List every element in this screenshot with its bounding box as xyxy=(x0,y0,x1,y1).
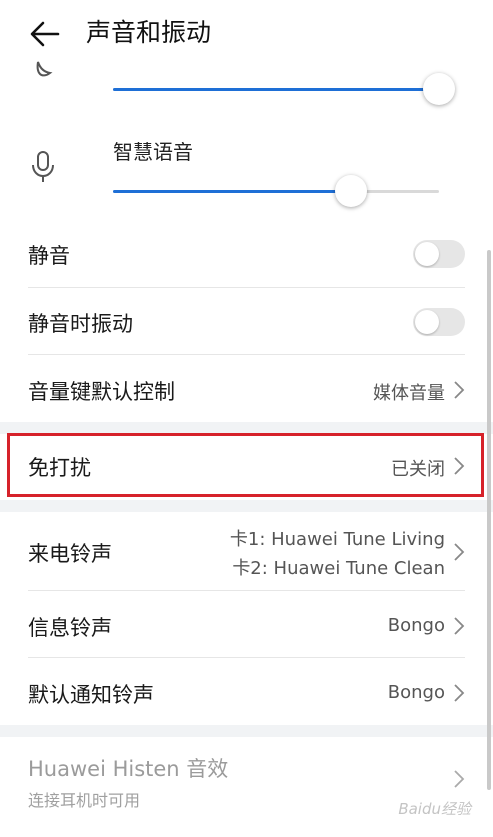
microphone-icon xyxy=(32,151,54,182)
ringtone-volume-track[interactable] xyxy=(113,73,455,105)
message-tone-value: Bongo xyxy=(387,615,445,636)
chevron-right-icon xyxy=(454,770,465,788)
app-header: 声音和振动 xyxy=(0,0,493,66)
smart-voice-slider-row: 智慧语音 xyxy=(0,128,493,222)
notification-tone-label: 默认通知铃声 xyxy=(28,683,154,707)
smart-voice-label: 智慧语音 xyxy=(113,140,193,164)
mute-vibrate-toggle[interactable] xyxy=(413,308,465,336)
volume-key-label: 音量键默认控制 xyxy=(28,380,175,404)
bell-icon xyxy=(36,61,53,77)
ringtone-row[interactable]: 来电铃声 卡1: Huawei Tune Living 卡2: Huawei T… xyxy=(0,512,493,590)
settings-list: 智慧语音 静音 静音时振动 音量键默认控制 媒体音量 免打扰 已关闭 来电铃声 … xyxy=(0,61,493,837)
smart-voice-track[interactable] xyxy=(113,175,439,207)
back-arrow-icon[interactable] xyxy=(28,17,62,51)
chevron-right-icon xyxy=(454,684,465,702)
volume-key-value: 媒体音量 xyxy=(373,383,445,404)
mute-toggle-knob xyxy=(415,242,439,266)
ringtone-card2-value: 卡2: Huawei Tune Clean xyxy=(232,558,445,579)
chevron-right-icon xyxy=(454,543,465,561)
scrollbar[interactable] xyxy=(487,250,491,790)
smart-voice-fill xyxy=(113,190,351,193)
notification-tone-value: Bongo xyxy=(387,682,445,703)
volume-key-row[interactable]: 音量键默认控制 媒体音量 xyxy=(0,355,493,421)
mute-label: 静音 xyxy=(28,244,70,268)
mute-vibrate-row[interactable]: 静音时振动 xyxy=(0,288,493,354)
message-tone-label: 信息铃声 xyxy=(28,616,112,640)
watermark: Baidu经验 xyxy=(398,800,471,818)
ringtone-label: 来电铃声 xyxy=(28,542,112,566)
mute-vibrate-label: 静音时振动 xyxy=(28,312,133,336)
histen-sublabel: 连接耳机时可用 xyxy=(28,791,141,810)
notification-tone-row[interactable]: 默认通知铃声 Bongo xyxy=(0,658,493,724)
smart-voice-thumb[interactable] xyxy=(335,175,367,207)
highlight-box xyxy=(7,433,484,497)
ringtone-card1-value: 卡1: Huawei Tune Living xyxy=(229,529,445,550)
message-tone-row[interactable]: 信息铃声 Bongo xyxy=(0,591,493,657)
mute-vibrate-toggle-knob xyxy=(415,310,439,334)
section-gap xyxy=(0,500,493,512)
ringtone-volume-fill xyxy=(113,88,439,91)
ringtone-volume-thumb[interactable] xyxy=(423,73,455,105)
page-title: 声音和振动 xyxy=(86,18,212,47)
mute-toggle[interactable] xyxy=(413,240,465,268)
mute-row[interactable]: 静音 xyxy=(0,222,493,288)
ringtone-volume-slider-row xyxy=(0,61,493,126)
histen-label: Huawei Histen 音效 xyxy=(28,757,229,781)
chevron-right-icon xyxy=(454,617,465,635)
section-gap xyxy=(0,725,493,737)
chevron-right-icon xyxy=(454,381,465,399)
